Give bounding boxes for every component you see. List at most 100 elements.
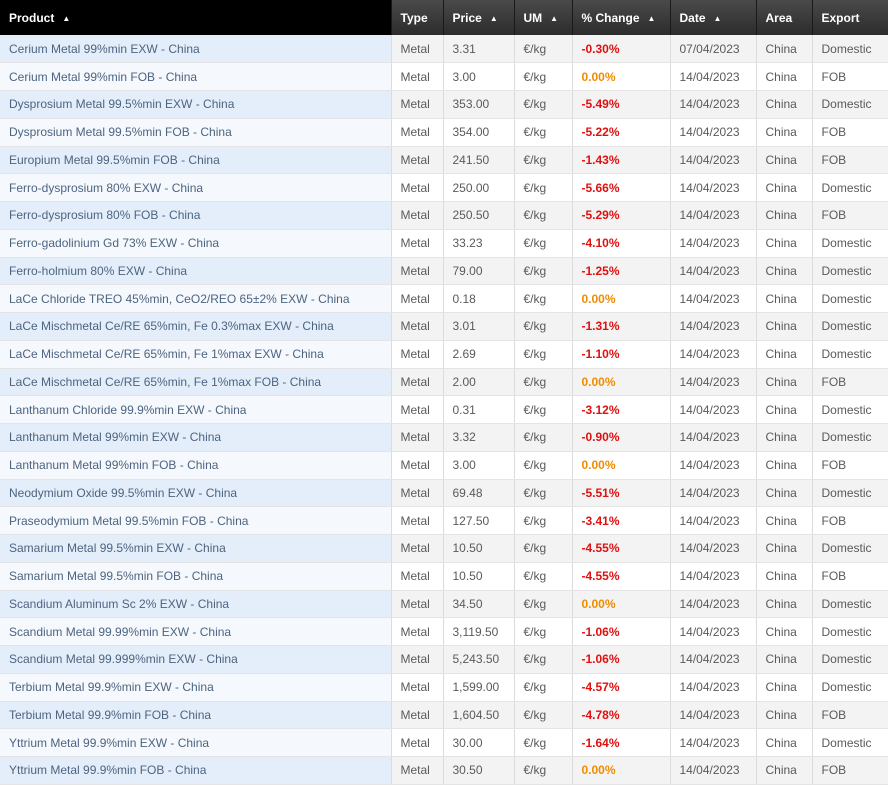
product-cell: Ferro-gadolinium Gd 73% EXW - China xyxy=(0,229,391,258)
table-row[interactable]: Lanthanum Metal 99%min EXW - China Metal 3… xyxy=(0,423,888,452)
change-cell: -1.06% xyxy=(571,617,670,646)
table-row[interactable]: LaCe Mischmetal Ce/RE 65%min, Fe 1%max E… xyxy=(0,340,888,369)
date-cell: 14/04/2023 xyxy=(669,90,756,119)
table-row[interactable]: Samarium Metal 99.5%min EXW - China Metal… xyxy=(0,534,888,563)
type-cell: Metal xyxy=(390,62,443,91)
table-row[interactable]: Lanthanum Chloride 99.9%min EXW - China M… xyxy=(0,395,888,424)
area-cell: China xyxy=(755,62,812,91)
column-header-um[interactable]: UM ▲ xyxy=(513,0,573,35)
price-cell: 3.32 xyxy=(442,423,514,452)
um-cell: €/kg xyxy=(513,284,572,313)
type-cell: Metal xyxy=(390,479,443,508)
table-row[interactable]: Lanthanum Metal 99%min FOB - China Metal 3… xyxy=(0,451,888,480)
table-header: Product ▲ Type Price ▲ UM ▲ % Change ▲ Date ▲ Area E… xyxy=(0,0,888,35)
column-header-label: UM xyxy=(523,10,543,25)
column-header-area[interactable]: Area xyxy=(755,0,813,35)
um-cell: €/kg xyxy=(513,62,572,91)
export-cell: FOB xyxy=(811,201,888,230)
export-cell: Domestic xyxy=(811,534,888,563)
um-cell: €/kg xyxy=(513,479,572,508)
area-cell: China xyxy=(755,617,812,646)
table-row[interactable]: Ferro-gadolinium Gd 73% EXW - China Metal… xyxy=(0,229,888,258)
type-cell: Metal xyxy=(390,395,443,424)
price-cell: 3.00 xyxy=(442,62,514,91)
table-row[interactable]: Cerium Metal 99%min EXW - China Metal 3.31… xyxy=(0,35,888,64)
um-cell: €/kg xyxy=(513,395,572,424)
um-cell: €/kg xyxy=(513,312,572,341)
price-cell: 250.00 xyxy=(442,173,514,202)
table-row[interactable]: Terbium Metal 99.9%min FOB - China Metal 1… xyxy=(0,701,888,730)
column-header-export[interactable]: Export xyxy=(811,0,888,35)
type-cell: Metal xyxy=(390,312,443,341)
product-cell: Ferro-dysprosium 80% EXW - China xyxy=(0,173,391,202)
table-row[interactable]: Samarium Metal 99.5%min FOB - China Metal… xyxy=(0,562,888,591)
area-cell: China xyxy=(755,756,812,785)
table-row[interactable]: Europium Metal 99.5%min FOB - China Metal… xyxy=(0,146,888,175)
product-cell: Praseodymium Metal 99.5%min FOB - China xyxy=(0,506,391,535)
table-row[interactable]: Ferro-dysprosium 80% FOB - China Metal 250… xyxy=(0,201,888,230)
table-row[interactable]: Praseodymium Metal 99.5%min FOB - China M… xyxy=(0,506,888,535)
export-cell: FOB xyxy=(811,451,888,480)
export-cell: FOB xyxy=(811,506,888,535)
table-row[interactable]: LaCe Chloride TREO 45%min, CeO2/REO 65±2… xyxy=(0,284,888,313)
table-row[interactable]: Cerium Metal 99%min FOB - China Metal 3.00… xyxy=(0,62,888,91)
um-cell: €/kg xyxy=(513,728,572,757)
table-row[interactable]: Dysprosium Metal 99.5%min EXW - China Met… xyxy=(0,90,888,119)
sort-ascending-icon[interactable]: ▲ xyxy=(62,14,70,23)
date-cell: 14/04/2023 xyxy=(669,451,756,480)
change-cell: -4.10% xyxy=(571,229,670,258)
um-cell: €/kg xyxy=(513,756,572,785)
um-cell: €/kg xyxy=(513,35,572,64)
table-row[interactable]: Ferro-dysprosium 80% EXW - China Metal 250… xyxy=(0,173,888,202)
table-body: Cerium Metal 99%min EXW - China Metal 3.31… xyxy=(0,35,888,785)
um-cell: €/kg xyxy=(513,340,572,369)
sort-ascending-icon[interactable]: ▲ xyxy=(714,14,722,23)
product-cell: Scandium Metal 99.999%min EXW - China xyxy=(0,645,391,674)
column-header-date[interactable]: Date ▲ xyxy=(669,0,757,35)
area-cell: China xyxy=(755,257,812,286)
date-cell: 14/04/2023 xyxy=(669,590,756,619)
area-cell: China xyxy=(755,701,812,730)
sort-ascending-icon[interactable]: ▲ xyxy=(648,14,656,23)
table-row[interactable]: LaCe Mischmetal Ce/RE 65%min, Fe 1%max F… xyxy=(0,368,888,397)
change-cell: -4.57% xyxy=(571,673,670,702)
table-row[interactable]: Neodymium Oxide 99.5%min EXW - China Meta… xyxy=(0,479,888,508)
table-row[interactable]: Ferro-holmium 80% EXW - China Metal 79.00 €… xyxy=(0,257,888,286)
um-cell: €/kg xyxy=(513,645,572,674)
change-cell: -1.10% xyxy=(571,340,670,369)
area-cell: China xyxy=(755,506,812,535)
export-cell: Domestic xyxy=(811,90,888,119)
change-cell: 0.00% xyxy=(571,590,670,619)
sort-ascending-icon[interactable]: ▲ xyxy=(490,14,498,23)
type-cell: Metal xyxy=(390,728,443,757)
area-cell: China xyxy=(755,90,812,119)
um-cell: €/kg xyxy=(513,617,572,646)
export-cell: Domestic xyxy=(811,257,888,286)
area-cell: China xyxy=(755,728,812,757)
type-cell: Metal xyxy=(390,701,443,730)
table-row[interactable]: Yttrium Metal 99.9%min EXW - China Metal 3… xyxy=(0,728,888,757)
product-cell: Scandium Metal 99.99%min EXW - China xyxy=(0,617,391,646)
export-cell: Domestic xyxy=(811,284,888,313)
table-row[interactable]: LaCe Mischmetal Ce/RE 65%min, Fe 0.3%max… xyxy=(0,312,888,341)
column-header-label: Product xyxy=(9,10,55,25)
price-cell: 1,604.50 xyxy=(442,701,514,730)
price-cell: 10.50 xyxy=(442,534,514,563)
column-header-label: Type xyxy=(400,10,428,25)
table-row[interactable]: Scandium Metal 99.99%min EXW - China Meta… xyxy=(0,617,888,646)
export-cell: Domestic xyxy=(811,590,888,619)
column-header-change[interactable]: % Change ▲ xyxy=(571,0,671,35)
price-cell: 2.69 xyxy=(442,340,514,369)
column-header-price[interactable]: Price ▲ xyxy=(442,0,515,35)
table-row[interactable]: Dysprosium Metal 99.5%min FOB - China Met… xyxy=(0,118,888,147)
table-row[interactable]: Scandium Metal 99.999%min EXW - China Met… xyxy=(0,645,888,674)
table-row[interactable]: Yttrium Metal 99.9%min FOB - China Metal 3… xyxy=(0,756,888,785)
table-row[interactable]: Scandium Aluminum Sc 2% EXW - China Metal… xyxy=(0,590,888,619)
sort-ascending-icon[interactable]: ▲ xyxy=(550,14,558,23)
header-row: Product ▲ Type Price ▲ UM ▲ % Change ▲ Date ▲ Area E… xyxy=(0,0,888,35)
column-header-type[interactable]: Type xyxy=(390,0,444,35)
change-cell: 0.00% xyxy=(571,62,670,91)
um-cell: €/kg xyxy=(513,90,572,119)
column-header-product[interactable]: Product ▲ xyxy=(0,0,392,35)
table-row[interactable]: Terbium Metal 99.9%min EXW - China Metal 1… xyxy=(0,673,888,702)
